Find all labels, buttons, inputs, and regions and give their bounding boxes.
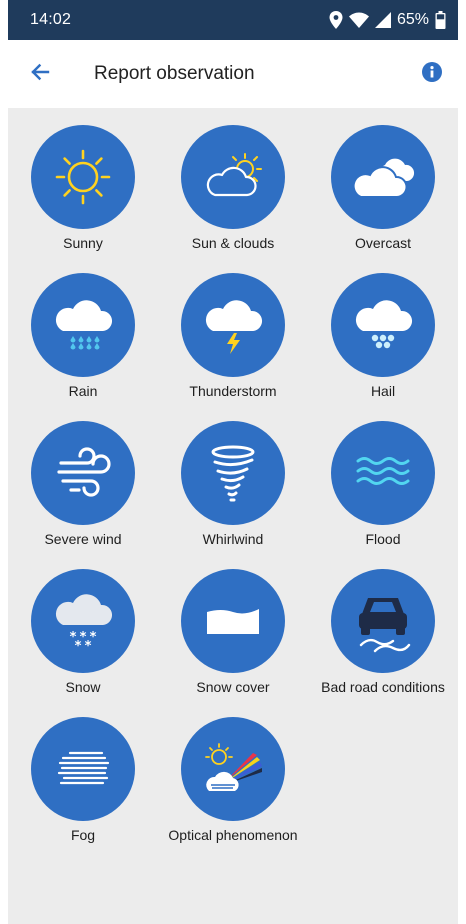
thunderstorm-icon	[181, 273, 285, 377]
location-icon	[329, 11, 343, 29]
svg-text:*: *	[75, 639, 82, 654]
rain-icon	[31, 273, 135, 377]
hail-icon	[331, 273, 435, 377]
info-button[interactable]	[410, 52, 454, 96]
option-label: Snow	[65, 679, 101, 695]
option-snow[interactable]: * * * * * Snow	[8, 552, 158, 695]
status-icons: 65%	[329, 11, 446, 29]
whirlwind-icon	[181, 421, 285, 525]
option-sun-clouds[interactable]: Sun & clouds	[158, 108, 308, 251]
option-label: Sunny	[63, 235, 103, 251]
option-hail[interactable]: Hail	[308, 256, 458, 399]
snow-icon: * * * * *	[31, 569, 135, 673]
option-label: Sun & clouds	[191, 235, 275, 251]
severe-wind-icon	[31, 421, 135, 525]
page-title: Report observation	[94, 63, 255, 84]
option-snow-cover[interactable]: Snow cover	[158, 552, 308, 695]
option-label: Flood	[365, 531, 401, 547]
option-flood[interactable]: Flood	[308, 404, 458, 547]
sun-clouds-icon	[181, 125, 285, 229]
snow-cover-icon	[181, 569, 285, 673]
arrow-left-icon	[28, 60, 52, 89]
battery-icon	[435, 11, 446, 29]
option-optical-phenomenon[interactable]: Optical phenomenon	[158, 700, 308, 843]
option-whirlwind[interactable]: Whirlwind	[158, 404, 308, 547]
svg-text:*: *	[85, 639, 92, 654]
wifi-icon	[348, 12, 369, 28]
signal-icon	[374, 12, 391, 28]
battery-percent: 65%	[396, 11, 429, 28]
option-label: Snow cover	[196, 679, 270, 695]
option-label: Severe wind	[44, 531, 122, 547]
option-label: Overcast	[354, 235, 411, 251]
flood-icon	[331, 421, 435, 525]
option-thunderstorm[interactable]: Thunderstorm	[158, 256, 308, 399]
option-label: Fog	[70, 827, 96, 843]
option-bad-road-conditions[interactable]: Bad road conditions	[308, 552, 458, 695]
app-bar: Report observation	[8, 40, 458, 108]
overcast-icon	[331, 125, 435, 229]
option-label: Optical phenomenon	[168, 827, 298, 843]
option-fog[interactable]: Fog	[8, 700, 158, 843]
option-label: Whirlwind	[202, 531, 264, 547]
option-rain[interactable]: Rain	[8, 256, 158, 399]
status-bar: 14:02 65%	[8, 0, 458, 40]
status-time: 14:02	[30, 11, 72, 28]
optical-phenomenon-icon	[181, 717, 285, 821]
option-overcast[interactable]: Overcast	[308, 108, 458, 251]
option-sunny[interactable]: Sunny	[8, 108, 158, 251]
fog-icon	[31, 717, 135, 821]
info-icon	[421, 61, 443, 88]
sunny-icon	[31, 125, 135, 229]
option-label: Bad road conditions	[321, 679, 445, 695]
option-label: Thunderstorm	[189, 383, 277, 399]
option-label: Rain	[68, 383, 98, 399]
back-button[interactable]	[10, 44, 70, 104]
bad-road-icon	[331, 569, 435, 673]
observation-grid: Sunny Sun & clouds Overcast Rain Thunder…	[8, 108, 458, 924]
option-severe-wind[interactable]: Severe wind	[8, 404, 158, 547]
option-label: Hail	[370, 383, 396, 399]
